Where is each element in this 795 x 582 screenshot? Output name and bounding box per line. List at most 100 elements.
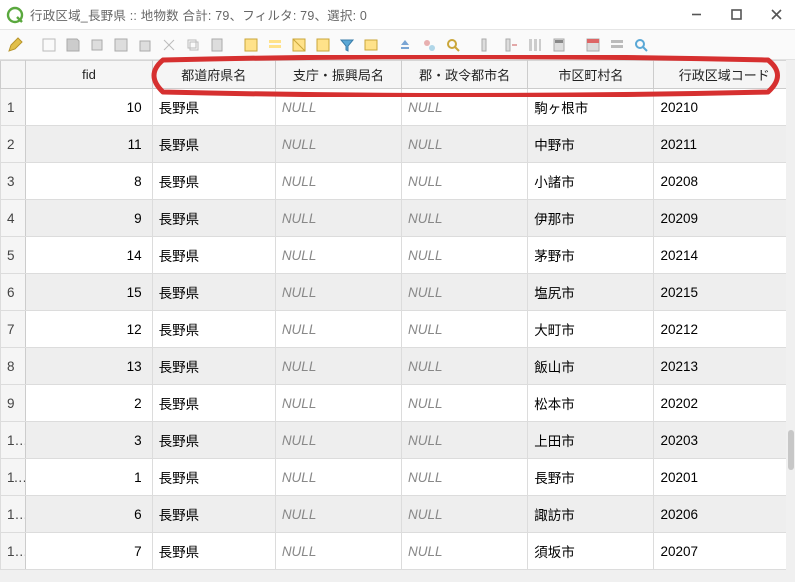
cell-gun[interactable]: NULL [402, 126, 528, 163]
cell-pref[interactable]: 長野県 [152, 89, 275, 126]
cell-fid[interactable]: 8 [26, 163, 152, 200]
cell-branch[interactable]: NULL [275, 237, 401, 274]
cell-gun[interactable]: NULL [402, 274, 528, 311]
row-number[interactable]: 8 [1, 348, 26, 385]
attribute-table[interactable]: fid 都道府県名 支庁・振興局名 郡・政令都市名 市区町村名 行政区域コード … [0, 60, 795, 570]
cell-code[interactable]: 20209 [654, 200, 795, 237]
cell-city[interactable]: 上田市 [528, 422, 654, 459]
table-row[interactable]: 813長野県NULLNULL飯山市20213 [1, 348, 795, 385]
table-row[interactable]: 92長野県NULLNULL松本市20202 [1, 385, 795, 422]
row-number[interactable]: 5 [1, 237, 26, 274]
cell-code[interactable]: 20212 [654, 311, 795, 348]
cell-fid[interactable]: 3 [26, 422, 152, 459]
vertical-scrollbar[interactable] [786, 60, 795, 580]
copy-icon[interactable] [184, 36, 202, 54]
cell-code[interactable]: 20202 [654, 385, 795, 422]
cell-fid[interactable]: 11 [26, 126, 152, 163]
row-number[interactable]: 3 [1, 163, 26, 200]
cell-fid[interactable]: 12 [26, 311, 152, 348]
cell-city[interactable]: 駒ヶ根市 [528, 89, 654, 126]
cell-fid[interactable]: 6 [26, 496, 152, 533]
cell-city[interactable]: 伊那市 [528, 200, 654, 237]
cell-code[interactable]: 20201 [654, 459, 795, 496]
cell-city[interactable]: 中野市 [528, 126, 654, 163]
cell-pref[interactable]: 長野県 [152, 200, 275, 237]
actions-icon[interactable] [608, 36, 626, 54]
select-value-icon[interactable] [362, 36, 380, 54]
table-row[interactable]: 712長野県NULLNULL大町市20212 [1, 311, 795, 348]
table-row[interactable]: 111長野県NULLNULL長野市20201 [1, 459, 795, 496]
table-row[interactable]: 103長野県NULLNULL上田市20203 [1, 422, 795, 459]
cell-fid[interactable]: 2 [26, 385, 152, 422]
cell-pref[interactable]: 長野県 [152, 237, 275, 274]
cell-code[interactable]: 20211 [654, 126, 795, 163]
organize-columns-icon[interactable] [526, 36, 544, 54]
table-row[interactable]: 137長野県NULLNULL須坂市20207 [1, 533, 795, 570]
cell-code[interactable]: 20208 [654, 163, 795, 200]
col-header-city[interactable]: 市区町村名 [528, 61, 654, 89]
cell-code[interactable]: 20206 [654, 496, 795, 533]
table-row[interactable]: 49長野県NULLNULL伊那市20209 [1, 200, 795, 237]
table-row[interactable]: 126長野県NULLNULL諏訪市20206 [1, 496, 795, 533]
cell-code[interactable]: 20213 [654, 348, 795, 385]
row-number[interactable]: 9 [1, 385, 26, 422]
cell-gun[interactable]: NULL [402, 496, 528, 533]
cell-branch[interactable]: NULL [275, 163, 401, 200]
table-row[interactable]: 38長野県NULLNULL小諸市20208 [1, 163, 795, 200]
cell-code[interactable]: 20203 [654, 422, 795, 459]
cell-branch[interactable]: NULL [275, 496, 401, 533]
col-header-code[interactable]: 行政区域コード [654, 61, 795, 89]
cell-pref[interactable]: 長野県 [152, 311, 275, 348]
cell-fid[interactable]: 7 [26, 533, 152, 570]
cell-branch[interactable]: NULL [275, 533, 401, 570]
row-number[interactable]: 10 [1, 422, 26, 459]
window-maximize-button[interactable] [723, 5, 749, 25]
table-row[interactable]: 211長野県NULLNULL中野市20211 [1, 126, 795, 163]
cell-pref[interactable]: 長野県 [152, 274, 275, 311]
cell-pref[interactable]: 長野県 [152, 422, 275, 459]
dock-icon[interactable] [632, 36, 650, 54]
move-top-icon[interactable] [396, 36, 414, 54]
cell-city[interactable]: 須坂市 [528, 533, 654, 570]
field-calculator-icon[interactable] [550, 36, 568, 54]
cell-gun[interactable]: NULL [402, 385, 528, 422]
cell-branch[interactable]: NULL [275, 311, 401, 348]
conditional-format-icon[interactable] [584, 36, 602, 54]
cell-gun[interactable]: NULL [402, 89, 528, 126]
table-row[interactable]: 514長野県NULLNULL茅野市20214 [1, 237, 795, 274]
row-number[interactable]: 4 [1, 200, 26, 237]
cell-city[interactable]: 飯山市 [528, 348, 654, 385]
cell-gun[interactable]: NULL [402, 348, 528, 385]
row-number[interactable]: 13 [1, 533, 26, 570]
row-number[interactable]: 2 [1, 126, 26, 163]
toolbar-icon[interactable] [88, 36, 106, 54]
cell-branch[interactable]: NULL [275, 200, 401, 237]
cell-fid[interactable]: 1 [26, 459, 152, 496]
cell-city[interactable]: 小諸市 [528, 163, 654, 200]
table-row[interactable]: 615長野県NULLNULL塩尻市20215 [1, 274, 795, 311]
table-row[interactable]: 110長野県NULLNULL駒ヶ根市20210 [1, 89, 795, 126]
cell-branch[interactable]: NULL [275, 459, 401, 496]
delete-column-icon[interactable] [502, 36, 520, 54]
add-feature-icon[interactable] [112, 36, 130, 54]
cell-pref[interactable]: 長野県 [152, 126, 275, 163]
cell-city[interactable]: 塩尻市 [528, 274, 654, 311]
paste-icon[interactable] [208, 36, 226, 54]
cell-fid[interactable]: 15 [26, 274, 152, 311]
cell-branch[interactable]: NULL [275, 89, 401, 126]
select-expr-icon[interactable] [242, 36, 260, 54]
cell-fid[interactable]: 14 [26, 237, 152, 274]
cell-branch[interactable]: NULL [275, 348, 401, 385]
cell-branch[interactable]: NULL [275, 422, 401, 459]
cell-pref[interactable]: 長野県 [152, 163, 275, 200]
zoom-to-icon[interactable] [444, 36, 462, 54]
cell-fid[interactable]: 10 [26, 89, 152, 126]
cell-city[interactable]: 諏訪市 [528, 496, 654, 533]
cell-code[interactable]: 20207 [654, 533, 795, 570]
cell-gun[interactable]: NULL [402, 311, 528, 348]
cell-branch[interactable]: NULL [275, 126, 401, 163]
save-icon[interactable] [64, 36, 82, 54]
cell-city[interactable]: 松本市 [528, 385, 654, 422]
col-header-gun[interactable]: 郡・政令都市名 [402, 61, 528, 89]
window-minimize-button[interactable] [683, 5, 709, 25]
